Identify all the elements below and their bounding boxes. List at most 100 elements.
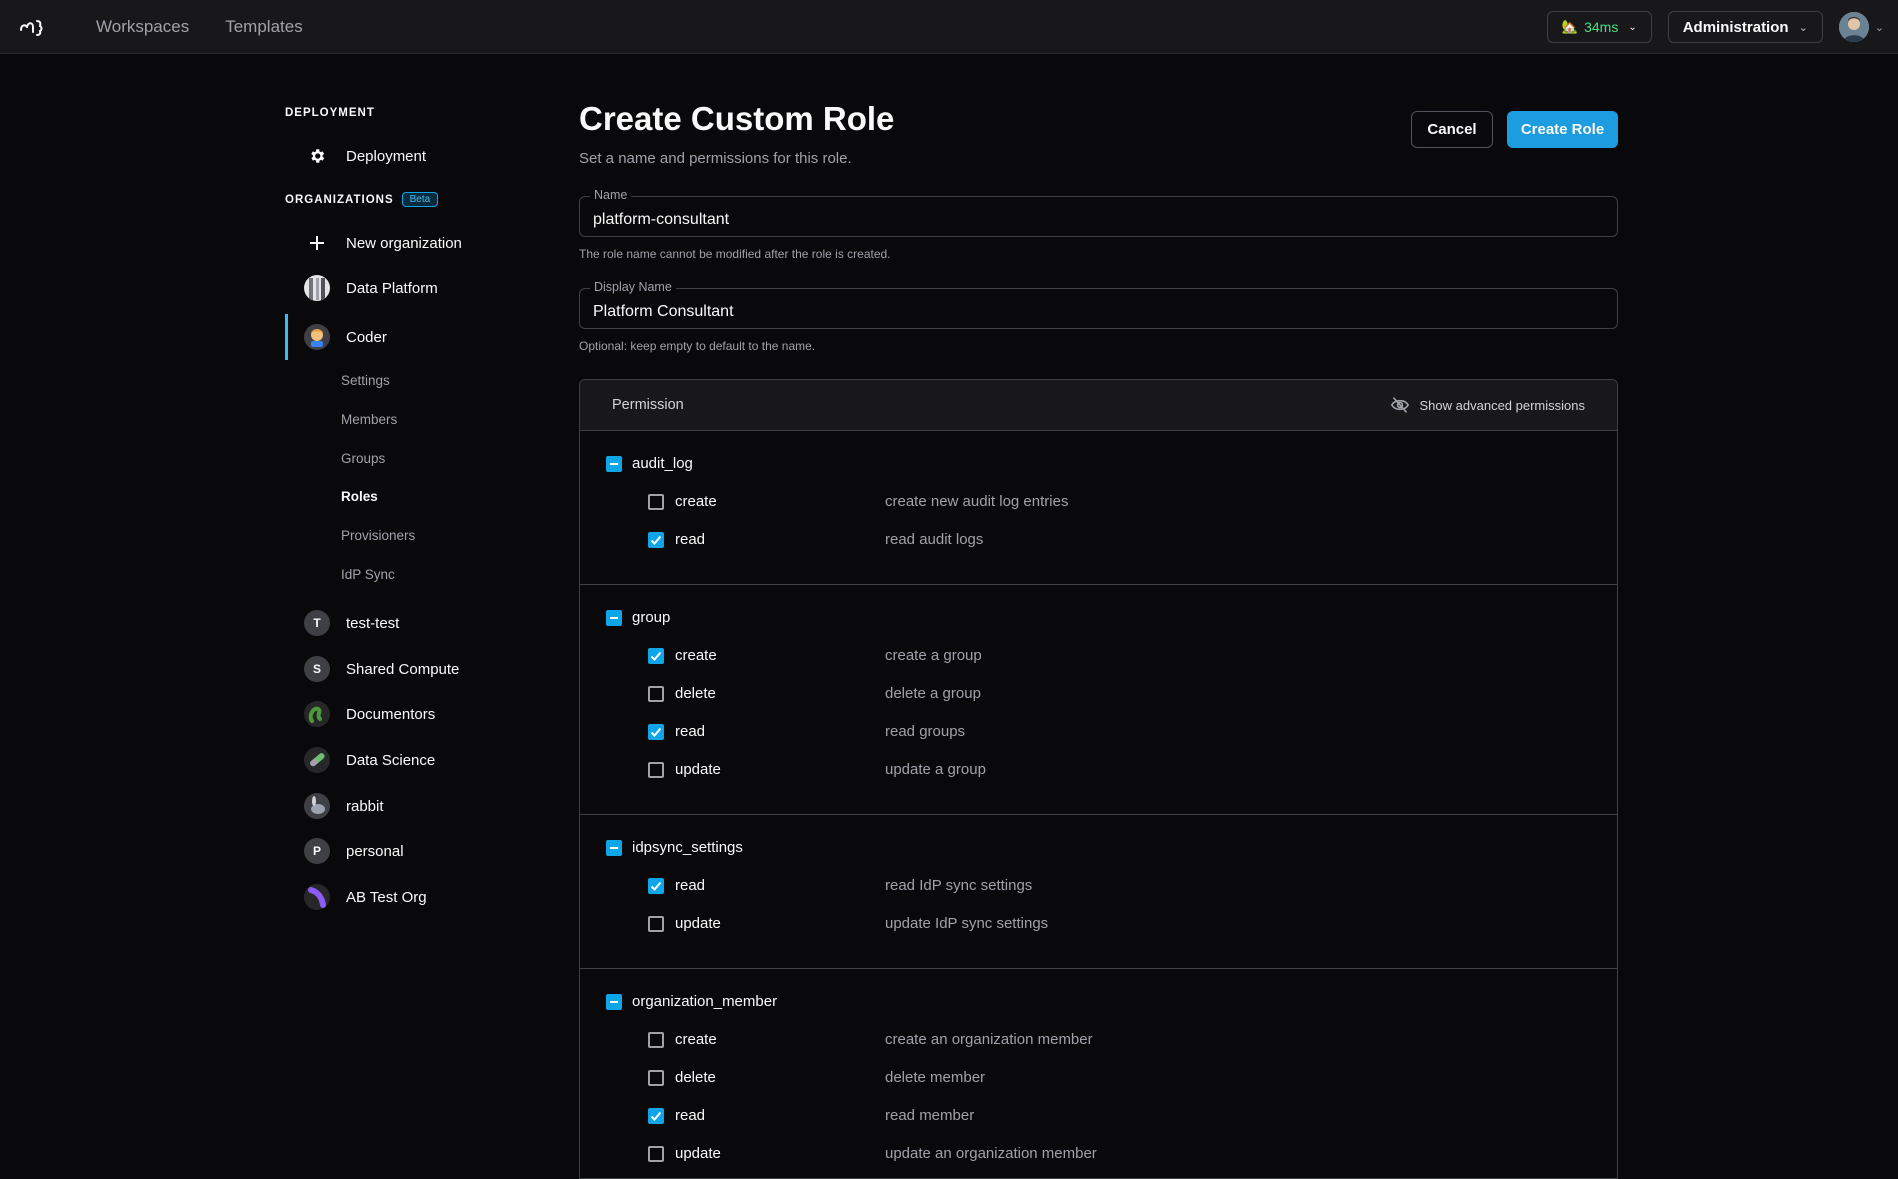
top-bar: Workspaces Templates 🏡 34ms ⌄ Administra… xyxy=(0,0,1898,54)
permission-action-name: create xyxy=(675,647,717,664)
cancel-button[interactable]: Cancel xyxy=(1411,111,1493,148)
permission-checkbox[interactable] xyxy=(648,915,664,932)
permissions-table-header: Permission Show advanced permissions xyxy=(580,380,1617,431)
permission-checkbox[interactable] xyxy=(648,1031,664,1048)
display-name-input[interactable] xyxy=(580,289,1617,328)
permission-action-row[interactable]: create create new audit log entries xyxy=(648,493,1548,510)
group-checkbox-indeterminate[interactable] xyxy=(606,609,622,626)
administration-menu-button[interactable]: Administration ⌄ xyxy=(1667,11,1823,43)
permission-action-row[interactable]: read read member xyxy=(648,1107,1548,1124)
group-checkbox-indeterminate[interactable] xyxy=(606,455,622,472)
permission-action-name: create xyxy=(675,493,717,510)
permission-checkbox[interactable] xyxy=(648,493,664,510)
permission-action-row[interactable]: delete delete a group xyxy=(648,685,1548,702)
permission-group-name: idpsync_settings xyxy=(632,839,743,856)
latency-button[interactable]: 🏡 34ms ⌄ xyxy=(1546,11,1652,43)
permission-action-name: create xyxy=(675,1031,717,1048)
sidebar-item-label: Deployment xyxy=(346,147,427,165)
sidebar-item-data-platform[interactable]: Data Platform xyxy=(285,268,525,308)
sidebar-sub-members[interactable]: Members xyxy=(341,412,397,427)
nav-templates[interactable]: Templates xyxy=(225,17,302,37)
chevron-down-icon: ⌄ xyxy=(1798,21,1808,34)
name-field[interactable]: Name xyxy=(579,188,1618,237)
sidebar-item-documentors[interactable]: Documentors xyxy=(285,694,525,734)
permission-action-row[interactable]: create create an organization member xyxy=(648,1031,1548,1048)
rabbit-avatar-icon xyxy=(304,793,330,819)
permission-action-row[interactable]: read read audit logs xyxy=(648,531,1548,548)
permission-checkbox[interactable] xyxy=(648,723,664,740)
permission-action-row[interactable]: update update an organization member xyxy=(648,1145,1548,1162)
sidebar-item-ab-test-org[interactable]: AB Test Org xyxy=(285,877,525,917)
permission-checkbox[interactable] xyxy=(648,1107,664,1124)
permission-checkbox[interactable] xyxy=(648,877,664,894)
permission-action-row[interactable]: update update a group xyxy=(648,761,1548,778)
sidebar-item-label: Documentors xyxy=(346,705,436,723)
permission-action-description: delete member xyxy=(885,1069,986,1086)
sidebar-sub-idp-sync[interactable]: IdP Sync xyxy=(341,567,395,582)
permission-group-name: audit_log xyxy=(632,455,693,472)
permission-group-header: group xyxy=(606,609,670,626)
sidebar-item-data-science[interactable]: Data Science xyxy=(285,740,525,780)
data-science-avatar-icon xyxy=(304,747,330,773)
organizations-heading: ORGANIZATIONS Beta xyxy=(285,192,439,207)
permission-checkbox[interactable] xyxy=(648,531,664,548)
permission-action-description: read groups xyxy=(885,723,966,740)
sidebar-item-coder[interactable]: Coder xyxy=(285,314,525,360)
permission-action-name: read xyxy=(675,1107,706,1124)
permission-checkbox[interactable] xyxy=(648,1145,664,1162)
deployment-heading: DEPLOYMENT xyxy=(285,107,375,119)
coder-logo-icon[interactable] xyxy=(16,14,46,40)
permission-action-name: update xyxy=(675,1145,721,1162)
name-input[interactable] xyxy=(580,197,1617,236)
permission-action-row[interactable]: update update IdP sync settings xyxy=(648,915,1548,932)
sidebar-item-test-test[interactable]: T test-test xyxy=(285,603,525,643)
permission-action-name: update xyxy=(675,915,721,932)
permission-action-row[interactable]: read read groups xyxy=(648,723,1548,740)
sidebar-item-deployment[interactable]: Deployment xyxy=(285,136,525,176)
permission-checkbox[interactable] xyxy=(648,1069,664,1086)
create-role-button[interactable]: Create Role xyxy=(1507,111,1618,148)
permission-action-row[interactable]: read read IdP sync settings xyxy=(648,877,1548,894)
user-avatar[interactable] xyxy=(1838,12,1869,42)
page-subtitle: Set a name and permissions for this role… xyxy=(579,150,852,167)
permission-action-description: delete a group xyxy=(885,685,981,702)
sidebar-sub-roles[interactable]: Roles xyxy=(341,489,378,504)
name-helper-text: The role name cannot be modified after t… xyxy=(579,247,891,261)
display-name-helper-text: Optional: keep empty to default to the n… xyxy=(579,339,816,353)
org-letter-avatar: P xyxy=(304,838,330,864)
administration-label: Administration xyxy=(1682,18,1789,36)
region-flag-icon: 🏡 xyxy=(1561,19,1579,34)
sidebar-sub-groups[interactable]: Groups xyxy=(341,451,385,466)
chevron-down-icon[interactable]: ⌄ xyxy=(1875,21,1884,34)
sidebar-sub-provisioners[interactable]: Provisioners xyxy=(341,528,415,543)
show-advanced-permissions-toggle[interactable]: Show advanced permissions xyxy=(1390,396,1585,414)
permission-group-name: organization_member xyxy=(632,993,778,1010)
sidebar-sub-settings[interactable]: Settings xyxy=(341,373,390,388)
group-checkbox-indeterminate[interactable] xyxy=(606,993,622,1010)
permission-action-name: delete xyxy=(675,1069,716,1086)
group-checkbox-indeterminate[interactable] xyxy=(606,839,622,856)
sidebar-item-label: New organization xyxy=(346,234,462,252)
permission-checkbox[interactable] xyxy=(648,761,664,778)
permission-action-row[interactable]: create create a group xyxy=(648,647,1548,664)
latency-value: 34ms xyxy=(1584,19,1619,35)
sidebar-item-label: Coder xyxy=(346,328,387,346)
organizations-heading-text: ORGANIZATIONS xyxy=(285,193,394,206)
beta-badge: Beta xyxy=(401,192,439,207)
sidebar-item-personal[interactable]: P personal xyxy=(285,831,525,871)
gear-icon xyxy=(304,143,330,169)
permission-checkbox[interactable] xyxy=(648,685,664,702)
display-name-field-label: Display Name xyxy=(590,280,676,294)
sidebar-item-shared-compute[interactable]: S Shared Compute xyxy=(285,649,525,689)
display-name-field[interactable]: Display Name xyxy=(579,280,1618,329)
permission-checkbox[interactable] xyxy=(648,647,664,664)
sidebar-item-label: rabbit xyxy=(346,797,384,815)
coder-avatar-icon xyxy=(304,324,330,350)
nav-workspaces[interactable]: Workspaces xyxy=(96,17,189,37)
sidebar-item-new-organization[interactable]: New organization xyxy=(285,223,525,263)
permission-column-header: Permission xyxy=(612,397,684,413)
permission-action-row[interactable]: delete delete member xyxy=(648,1069,1548,1086)
deployment-heading-text: DEPLOYMENT xyxy=(285,107,375,119)
sidebar-item-rabbit[interactable]: rabbit xyxy=(285,786,525,826)
sidebar-item-label: personal xyxy=(346,842,404,860)
